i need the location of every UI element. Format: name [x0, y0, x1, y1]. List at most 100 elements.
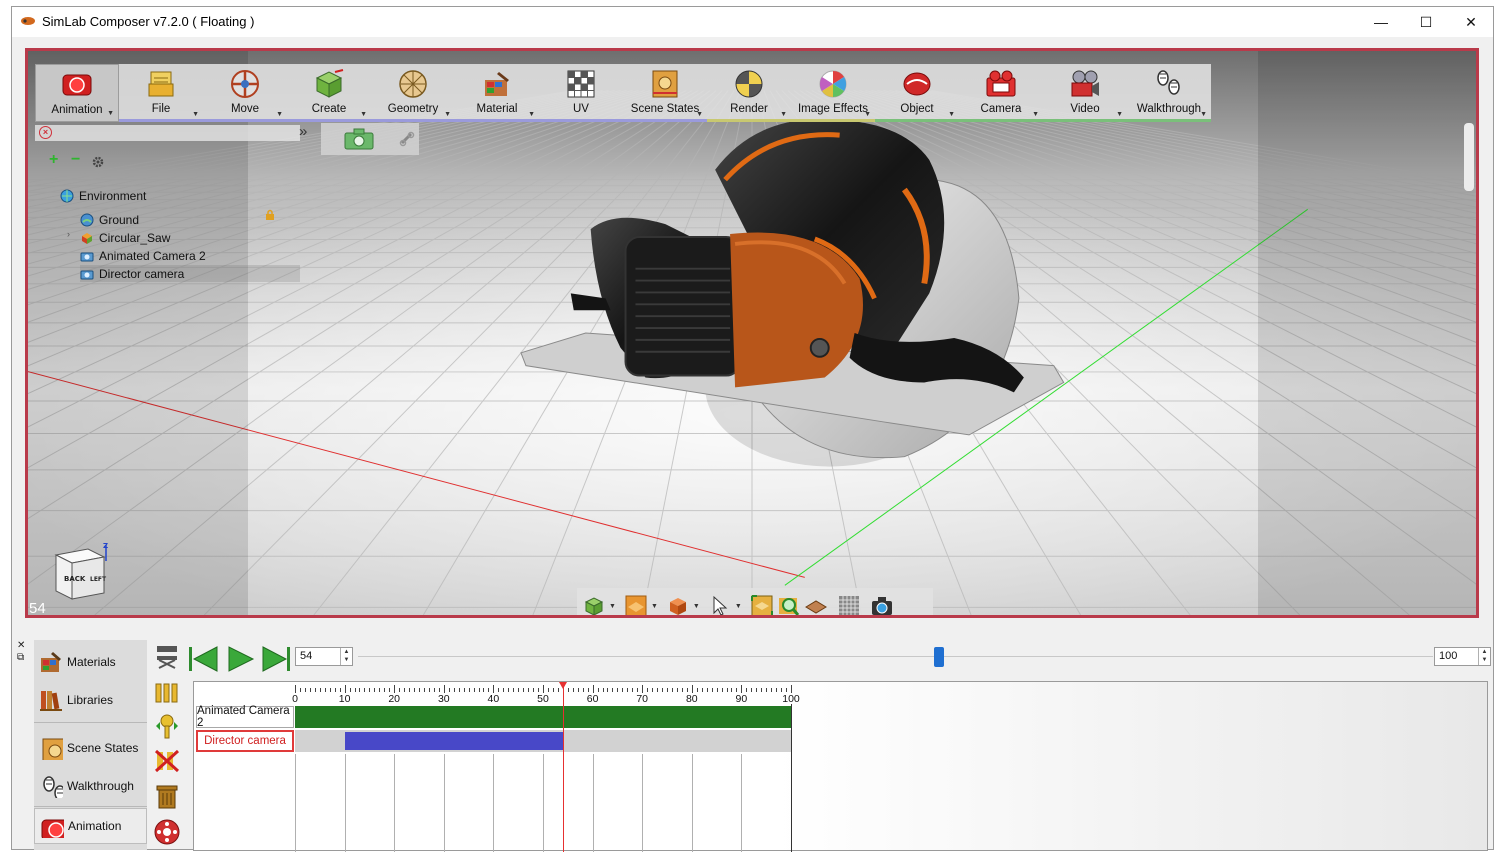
chevron-down-icon[interactable]: ▼	[528, 111, 535, 118]
side-tab-animation[interactable]: Animation	[34, 808, 147, 844]
chevron-down-icon[interactable]: ▼	[864, 111, 871, 118]
tree-item-director-camera[interactable]: Director camera	[80, 265, 300, 282]
add-node-icon[interactable]: +	[49, 151, 58, 169]
chevron-down-icon[interactable]: ▼	[360, 111, 367, 118]
ruler-tick	[647, 688, 649, 692]
side-tab-libraries[interactable]: Libraries	[34, 682, 147, 718]
side-panel-handle[interactable]	[1464, 123, 1474, 191]
ruler-tick	[423, 688, 425, 692]
frame-spinner[interactable]: ▲ ▼	[340, 648, 352, 665]
tree-item-environment[interactable]: Environment	[60, 187, 146, 204]
settings-gear-icon[interactable]	[91, 155, 105, 169]
minimize-button[interactable]: —	[1359, 7, 1403, 37]
toolbar-camera-button[interactable]: Camera ▼	[959, 64, 1043, 122]
play-icon[interactable]	[228, 646, 255, 672]
ruler-tick	[716, 688, 718, 692]
maximize-button[interactable]: ☐	[1404, 7, 1448, 37]
solid-box-icon[interactable]	[666, 594, 690, 618]
snapshot-camera-icon[interactable]	[343, 127, 375, 151]
toolbar-label: Scene States	[630, 103, 700, 115]
go-to-start-icon[interactable]	[189, 646, 218, 672]
side-tab-materials[interactable]: Materials	[34, 644, 147, 680]
toolbar-material-button[interactable]: Material ▼	[455, 64, 539, 122]
side-tab-walkthrough[interactable]: Walkthrough	[34, 768, 147, 804]
tree-expand-chevron-icon[interactable]: ›	[67, 229, 70, 239]
toolbar-move-button[interactable]: Move ▼	[203, 64, 287, 122]
shading-mode-icon[interactable]	[624, 594, 648, 618]
viewport-frame-number: 54	[29, 600, 46, 617]
toolbar-uv-button[interactable]: UV	[539, 64, 623, 122]
remove-node-icon[interactable]: −	[71, 151, 80, 169]
animation-clip-bar[interactable]	[295, 706, 791, 728]
tree-item-ground[interactable]: Ground	[80, 211, 139, 228]
keyframes-set-icon[interactable]	[153, 678, 181, 706]
float-panel-icon[interactable]: ⧉	[17, 652, 25, 664]
toolbar-animation-button[interactable]: Animation ▼	[35, 64, 119, 122]
navigation-cube[interactable]: BACK LEFT Z	[48, 543, 110, 605]
chevron-down-icon[interactable]: ▼	[192, 111, 199, 118]
toolbar-object-button[interactable]: Object ▼	[875, 64, 959, 122]
frame-slider-thumb[interactable]	[933, 647, 944, 667]
chevron-down-icon[interactable]: ▼	[1032, 111, 1039, 118]
current-frame-field[interactable]: 54 ▲ ▼	[295, 647, 353, 666]
scene-search-bar[interactable]: ×	[35, 125, 300, 141]
toolbar-image-effects-button[interactable]: Image Effects ▼	[791, 64, 875, 122]
toolbar-create-button[interactable]: Create ▼	[287, 64, 371, 122]
fit-all-icon[interactable]	[750, 594, 774, 618]
ground-plane-icon[interactable]	[804, 594, 828, 618]
ruler-tick	[691, 685, 693, 693]
lock-icon[interactable]	[265, 209, 275, 221]
shading-dropdown-icon[interactable]: ▼	[651, 603, 658, 610]
frame-slider-track[interactable]	[358, 656, 1433, 657]
toolbar-render-button[interactable]: Render ▼	[707, 64, 791, 122]
view-cube-icon[interactable]	[582, 594, 606, 618]
tree-item-animated-camera-2[interactable]: Animated Camera 2	[80, 247, 206, 264]
toolbar-walkthrough-button[interactable]: Walkthrough ▼	[1127, 64, 1211, 122]
end-frame-spinner[interactable]: ▲ ▼	[1478, 648, 1490, 665]
record-reel-icon[interactable]	[153, 818, 181, 846]
timeline-gridline	[295, 754, 296, 852]
toolbar-geometry-button[interactable]: Geometry ▼	[371, 64, 455, 122]
track-label-director-camera[interactable]: Director camera	[196, 730, 294, 752]
chevron-down-icon[interactable]: ▼	[1200, 111, 1207, 118]
animation-clip-bar[interactable]	[344, 732, 563, 750]
add-key-icon[interactable]	[153, 712, 181, 740]
chevron-down-icon[interactable]: ▼	[696, 111, 703, 118]
track-label-animated-camera-2[interactable]: Animated Camera 2	[196, 705, 294, 729]
cube-back-label: BACK	[64, 575, 86, 583]
link-icon[interactable]	[399, 131, 415, 147]
clear-search-icon[interactable]: ×	[39, 126, 52, 139]
select-dropdown-icon[interactable]: ▼	[735, 603, 742, 610]
trash-icon[interactable]	[153, 782, 181, 810]
axis-z-label: Z	[103, 543, 108, 550]
chevron-down-icon[interactable]: ▼	[948, 111, 955, 118]
delete-keys-icon[interactable]	[153, 746, 181, 774]
director-chair-icon[interactable]	[153, 642, 181, 670]
chevron-down-icon[interactable]: ▼	[276, 111, 283, 118]
chevron-down-icon[interactable]: ▼	[1116, 111, 1123, 118]
tree-item-circular-saw[interactable]: Circular_Saw	[80, 229, 170, 246]
chevron-down-icon[interactable]: ▼	[780, 111, 787, 118]
toolbar-scene-states-button[interactable]: Scene States ▼	[623, 64, 707, 122]
chevron-down-icon[interactable]: ▼	[107, 110, 114, 117]
side-tab-scene-states[interactable]: Scene States	[34, 730, 147, 766]
grid-toggle-icon[interactable]	[837, 594, 861, 618]
toolbar-file-button[interactable]: File ▼	[119, 64, 203, 122]
ruler-tick	[419, 688, 420, 692]
timeline[interactable]: 0 10 20 30 40 50 60 70 80 90 100 Animated Camera 2…	[193, 681, 1488, 852]
close-panel-icon[interactable]: ✕	[17, 640, 25, 652]
go-to-end-icon[interactable]	[262, 646, 290, 672]
solid-dropdown-icon[interactable]: ▼	[693, 603, 700, 610]
expand-panel-icon[interactable]: »	[299, 123, 307, 140]
zoom-selected-icon[interactable]	[777, 594, 801, 618]
track-area[interactable]	[295, 704, 792, 852]
chevron-down-icon[interactable]: ▼	[444, 111, 451, 118]
select-pointer-icon[interactable]	[708, 594, 732, 618]
view-cube-dropdown-icon[interactable]: ▼	[609, 603, 616, 610]
playhead[interactable]	[562, 682, 564, 852]
end-frame-field[interactable]: 100 ▲ ▼	[1434, 647, 1491, 666]
ruler-tick	[508, 688, 510, 692]
screenshot-camera-icon[interactable]	[870, 594, 894, 618]
toolbar-video-button[interactable]: Video ▼	[1043, 64, 1127, 122]
close-button[interactable]: ✕	[1449, 7, 1493, 37]
